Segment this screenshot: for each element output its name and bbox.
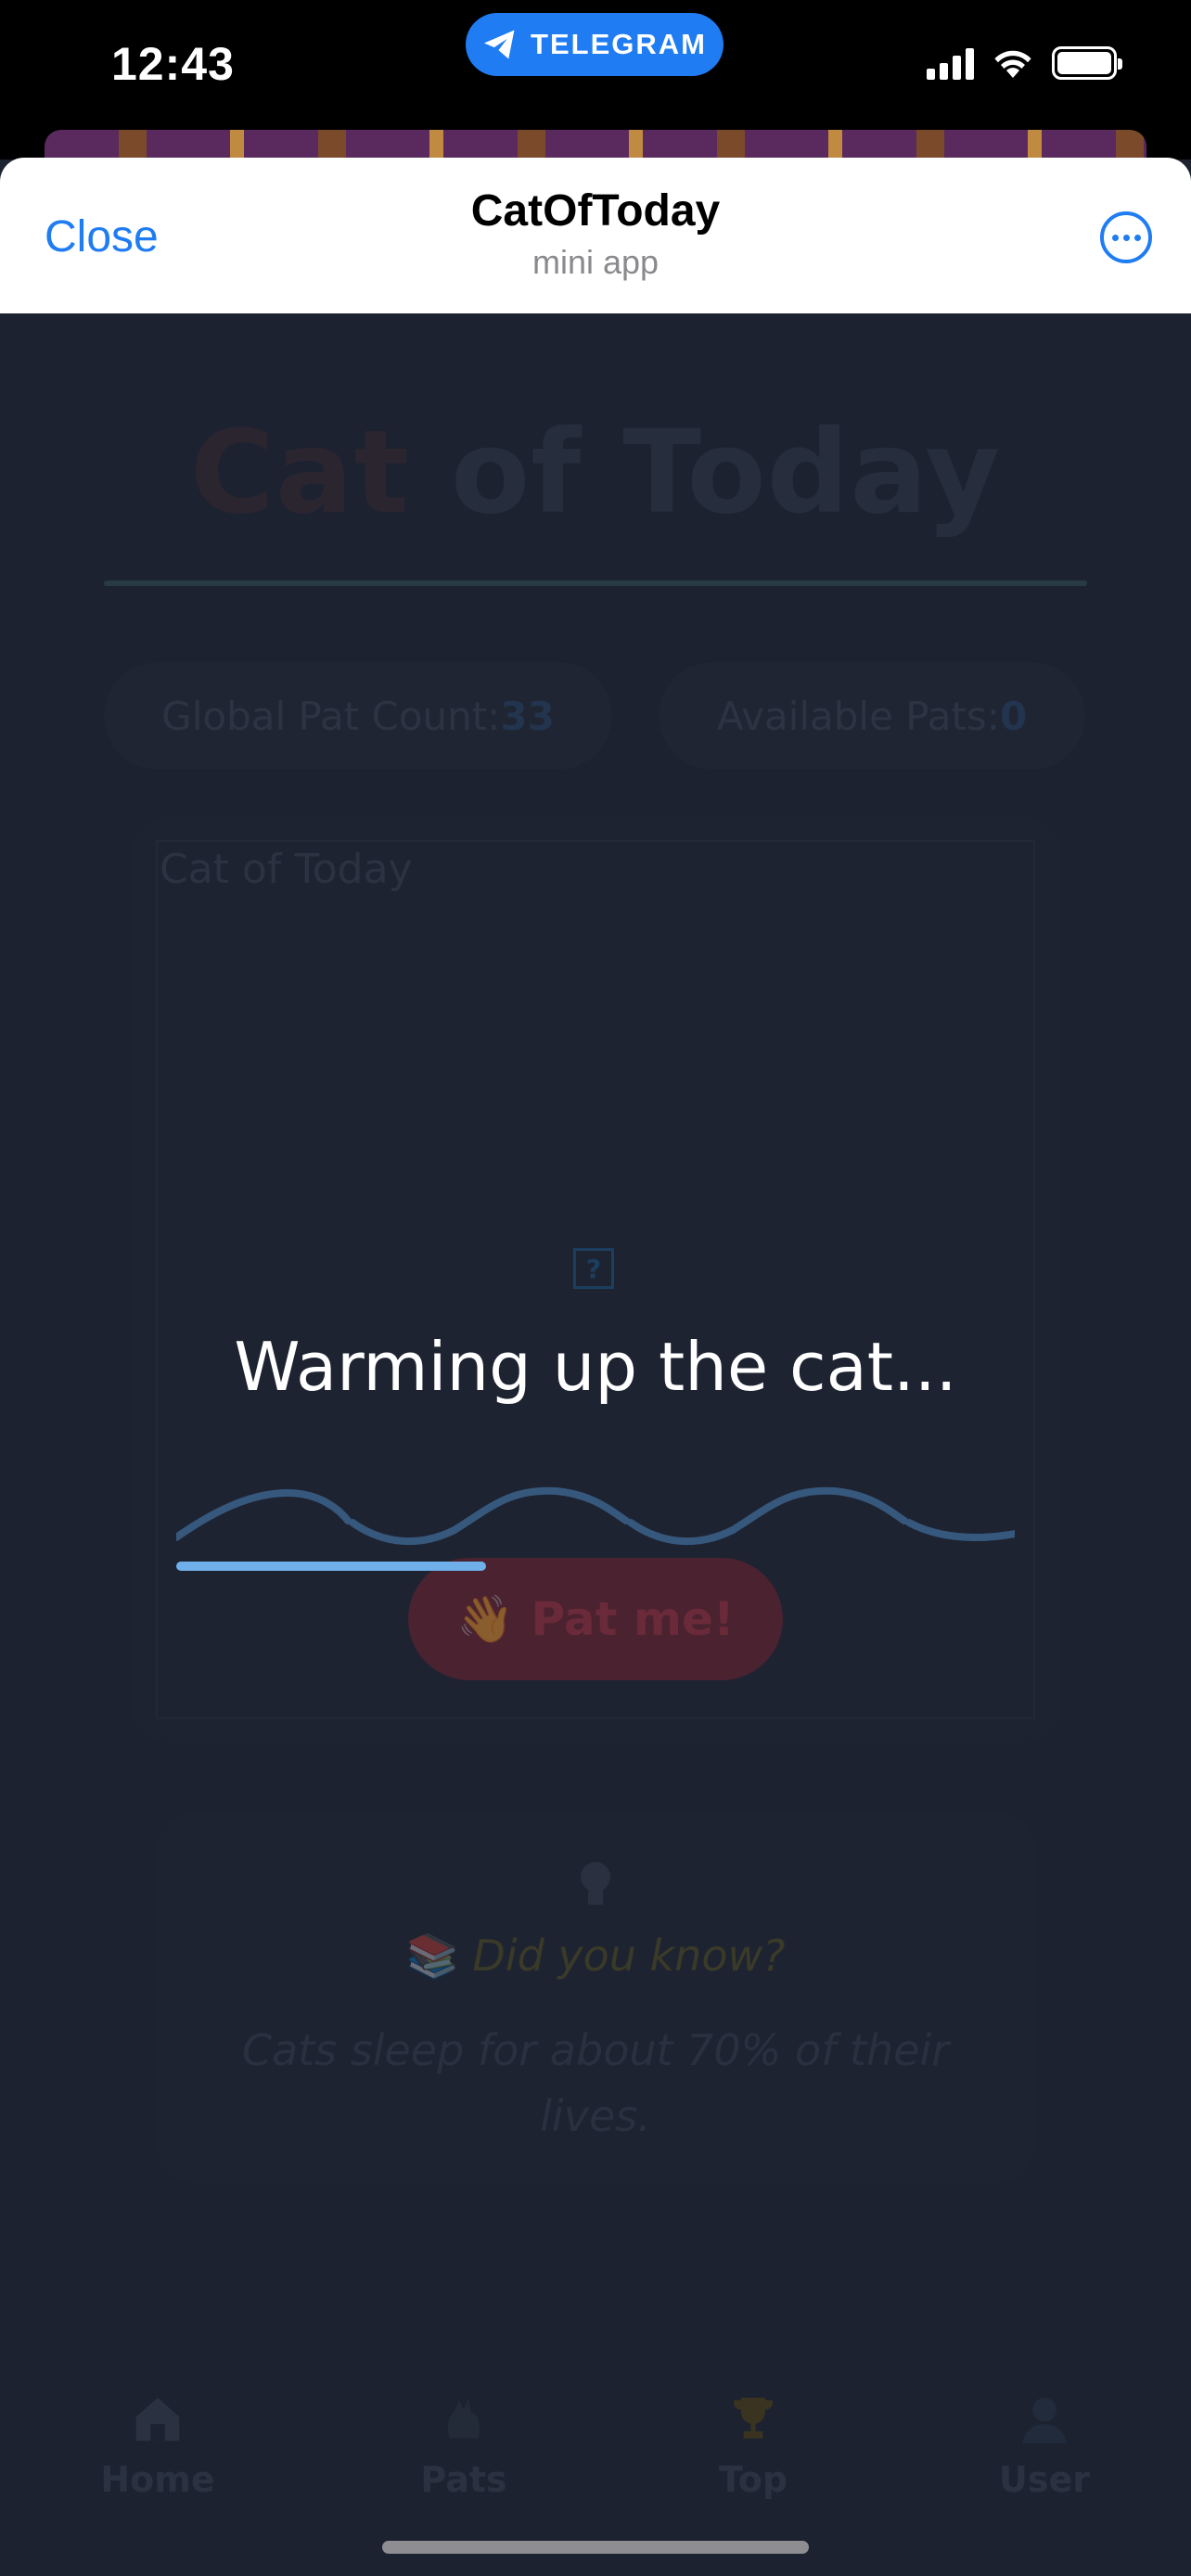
trophy-icon: [733, 2397, 774, 2439]
global-pat-count: Global Pat Count: 33: [104, 662, 612, 770]
title-divider: [104, 580, 1087, 586]
page-title-part1: Cat: [189, 406, 410, 540]
header-title: CatOfToday: [470, 186, 721, 236]
status-time: 12:43: [111, 38, 235, 90]
available-pats-label: Available Pats:: [716, 693, 1000, 739]
books-icon: 📚: [405, 1931, 459, 1981]
home-icon: [135, 2397, 180, 2442]
tab-user[interactable]: User: [952, 2391, 1137, 2500]
cat-image-placeholder-icon: ?: [573, 1248, 614, 1289]
bottom-tab-bar: Home Pats Top User: [0, 2391, 1191, 2530]
tab-top-label: Top: [718, 2459, 788, 2500]
user-icon: [1022, 2397, 1067, 2443]
signal-icon: [927, 46, 974, 80]
fact-title-label: Did you know?: [472, 1931, 786, 1981]
page-title-part2: of Today: [409, 406, 1002, 540]
pat-button[interactable]: 👋 Pat me!: [408, 1558, 783, 1680]
mini-app-header: Close CatOfToday mini app: [0, 158, 1191, 313]
lightbulb-icon: [581, 1862, 610, 1905]
tab-pats[interactable]: Pats: [371, 2391, 557, 2500]
available-pats-value: 0: [999, 693, 1028, 739]
tab-top[interactable]: Top: [660, 2391, 846, 2500]
header-subtitle: mini app: [531, 243, 660, 281]
more-icon[interactable]: [1100, 211, 1152, 263]
global-pat-value: 33: [500, 693, 555, 739]
status-icons: [927, 46, 1122, 80]
global-pat-label: Global Pat Count:: [161, 693, 501, 739]
telegram-pill-label: TELEGRAM: [531, 28, 707, 60]
cat-card-heading: Cat of Today: [160, 846, 413, 893]
wifi-icon: [994, 50, 1031, 78]
fact-text: Cats sleep for about 70% of their lives.: [241, 2025, 950, 2142]
tab-user-label: User: [999, 2459, 1090, 2500]
pats-icon: [447, 2397, 480, 2439]
page-title: Cat of Today: [0, 406, 1191, 540]
tab-home-label: Home: [100, 2459, 215, 2500]
loading-wave: [176, 1486, 1015, 1546]
loading-message: Warming up the cat...: [234, 1328, 957, 1406]
app-content: Cat of Today Global Pat Count: 33 Availab…: [0, 313, 1191, 2576]
tab-pats-label: Pats: [420, 2459, 507, 2500]
pat-button-label: Pat me!: [531, 1592, 735, 1646]
available-pats: Available Pats: 0: [659, 662, 1085, 770]
telegram-pill[interactable]: TELEGRAM: [466, 13, 724, 76]
fact-title: 📚 Did you know?: [156, 1931, 1035, 1982]
tab-home[interactable]: Home: [65, 2391, 250, 2500]
fact-card: 📚 Did you know? Cats sleep for about 70%…: [156, 1812, 1035, 2183]
telegram-icon: [484, 30, 515, 59]
battery-icon: [1052, 46, 1122, 80]
loading-progress-fill: [176, 1562, 487, 1571]
home-indicator[interactable]: [382, 2541, 809, 2554]
cat-card: Cat of Today ? 👋 Pat me!: [130, 816, 1061, 1743]
wave-hand-icon: 👋: [456, 1591, 515, 1646]
loading-progress-bar: [176, 1562, 1015, 1571]
